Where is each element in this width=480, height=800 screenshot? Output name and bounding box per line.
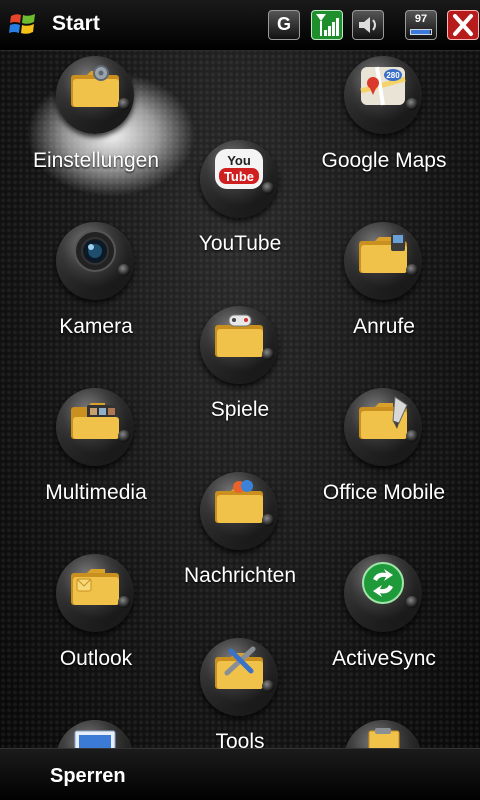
- games-folder-icon: [215, 314, 263, 357]
- battery-bar: [410, 29, 432, 35]
- signal-bars-icon: [316, 14, 339, 36]
- signal-icon[interactable]: [311, 10, 343, 40]
- page-title: Start: [52, 12, 100, 35]
- launcher-item-youtube[interactable]: You Tube: [200, 140, 278, 218]
- svg-text:Tube: Tube: [224, 169, 254, 184]
- youtube-icon: You Tube: [215, 149, 263, 189]
- launcher-label-activesync: ActiveSync: [332, 647, 436, 670]
- settings-folder-icon: [71, 65, 119, 107]
- launcher-item-office-mobile[interactable]: [344, 388, 422, 466]
- status-bar: Start G 97: [0, 0, 480, 51]
- google-maps-icon: 280: [360, 66, 406, 106]
- multimedia-folder-icon: [71, 403, 119, 439]
- launcher-label-kamera: Kamera: [59, 315, 133, 338]
- launcher-item-nachrichten[interactable]: [200, 472, 278, 550]
- close-button[interactable]: [447, 10, 479, 40]
- office-folder-icon: [359, 396, 408, 439]
- program-launcher: Einstellungen You Tube YouTube 280 Googl…: [0, 50, 480, 798]
- lock-softkey[interactable]: Sperren: [50, 765, 126, 788]
- start-screen: Start G 97 Einstellungen You Tube YouTub…: [0, 0, 480, 800]
- launcher-item-google-maps[interactable]: 280: [344, 56, 422, 134]
- launcher-item-multimedia[interactable]: [56, 388, 134, 466]
- battery-icon[interactable]: 97: [405, 10, 437, 40]
- camera-icon: [74, 230, 116, 272]
- launcher-item-anrufe[interactable]: [344, 222, 422, 300]
- launcher-label-multimedia: Multimedia: [45, 481, 147, 504]
- launcher-label-youtube: YouTube: [198, 232, 282, 255]
- launcher-item-einstellungen[interactable]: [56, 56, 134, 134]
- launcher-item-outlook[interactable]: [56, 554, 134, 632]
- svg-text:You: You: [227, 153, 251, 168]
- activesync-icon: [362, 562, 404, 604]
- launcher-label-anrufe: Anrufe: [353, 315, 415, 338]
- messages-folder-icon: [215, 480, 263, 523]
- launcher-label-office-mobile: Office Mobile: [322, 481, 446, 504]
- battery-level-label: 97: [414, 13, 428, 25]
- svg-text:280: 280: [386, 71, 400, 80]
- windows-logo-icon[interactable]: [8, 10, 38, 40]
- launcher-item-kamera[interactable]: [56, 222, 134, 300]
- volume-icon[interactable]: [352, 10, 384, 40]
- network-g-icon[interactable]: G: [268, 10, 300, 40]
- launcher-item-spiele[interactable]: [200, 306, 278, 384]
- network-type-label: G: [276, 14, 291, 34]
- tools-folder-icon: [215, 646, 263, 689]
- launcher-label-einstellungen: Einstellungen: [32, 149, 160, 172]
- outlook-folder-icon: [71, 569, 119, 605]
- calls-folder-icon: [359, 233, 407, 273]
- launcher-label-outlook: Outlook: [59, 647, 133, 670]
- speaker-icon: [359, 17, 376, 33]
- close-icon: [453, 14, 473, 36]
- launcher-label-nachrichten: Nachrichten: [183, 564, 297, 587]
- launcher-label-spiele: Spiele: [210, 398, 270, 421]
- launcher-label-google-maps: Google Maps: [321, 149, 447, 172]
- battery-fill: [411, 30, 431, 34]
- launcher-item-activesync[interactable]: [344, 554, 422, 632]
- launcher-item-tools[interactable]: [200, 638, 278, 716]
- softkey-bar: Sperren: [0, 748, 480, 800]
